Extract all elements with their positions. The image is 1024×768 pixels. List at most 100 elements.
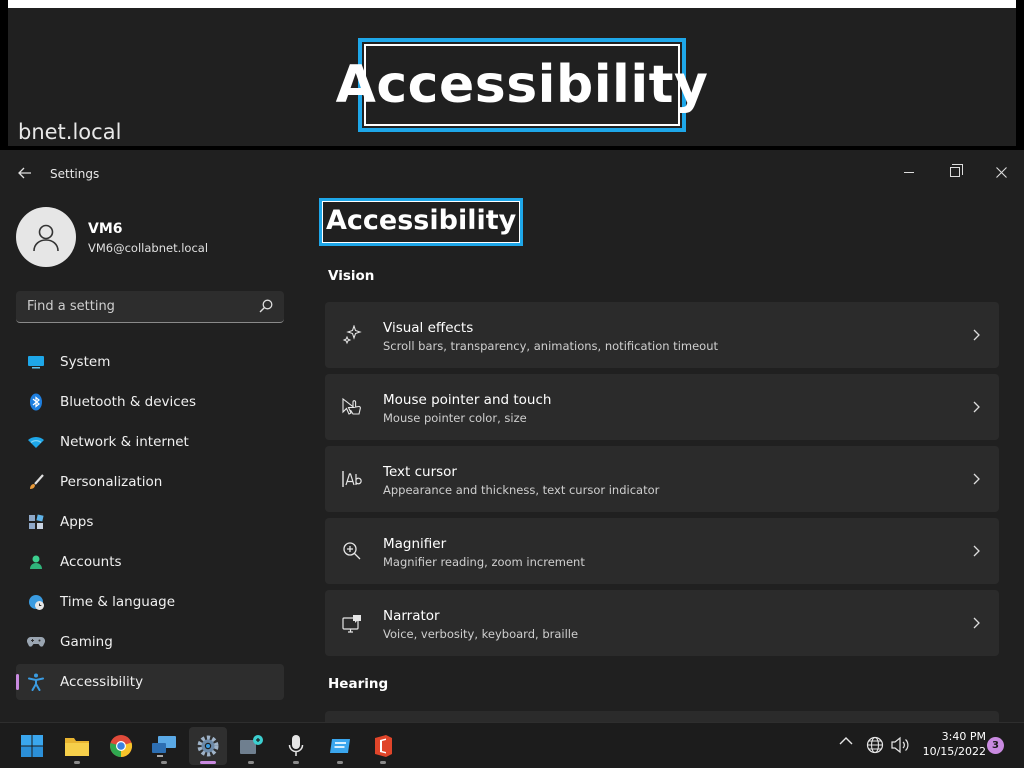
chevron-right-icon <box>973 545 980 557</box>
sidebar-item-accessibility[interactable]: Accessibility <box>16 664 284 700</box>
tray-volume-button[interactable] <box>890 736 910 754</box>
card-subtitle: Magnifier reading, zoom increment <box>383 555 585 569</box>
sidebar-item-system[interactable]: System <box>16 344 284 380</box>
running-indicator <box>337 761 343 764</box>
taskbar-office[interactable] <box>364 727 402 765</box>
minimize-button[interactable] <box>886 156 932 188</box>
sidebar-item-label: Network & internet <box>60 434 189 450</box>
sidebar-item-label: Accounts <box>60 554 122 570</box>
running-indicator <box>380 761 386 764</box>
globe-icon <box>866 736 884 754</box>
person-icon <box>33 224 59 252</box>
app-window-icon <box>330 739 350 753</box>
card-subtitle: Scroll bars, transparency, animations, n… <box>383 339 718 353</box>
chrome-icon <box>110 735 133 758</box>
banner-title: Accessibility <box>336 38 708 132</box>
card-magnifier[interactable]: Magnifier Magnifier reading, zoom increm… <box>325 518 999 584</box>
sidebar-item-personalization[interactable]: Personalization <box>16 464 284 500</box>
sidebar-item-time-language[interactable]: Time & language <box>16 584 284 620</box>
banner-host-label: bnet.local <box>18 120 122 144</box>
taskbar-chrome[interactable] <box>102 727 140 765</box>
settings-icon <box>197 735 219 757</box>
search-box[interactable]: Find a setting <box>16 291 284 323</box>
page-title: Accessibility <box>319 198 524 246</box>
card-subtitle: Mouse pointer color, size <box>383 411 527 425</box>
card-title: Text cursor <box>383 464 457 480</box>
arrow-left-icon <box>18 167 31 179</box>
sidebar-item-network[interactable]: Network & internet <box>16 424 284 460</box>
brush-icon <box>27 473 45 491</box>
card-narrator[interactable]: Narrator Voice, verbosity, keyboard, bra… <box>325 590 999 656</box>
user-profile[interactable]: VM6 VM6@collabnet.local <box>16 207 286 269</box>
sidebar-item-bluetooth[interactable]: Bluetooth & devices <box>16 384 284 420</box>
app-title: Settings <box>50 167 100 181</box>
taskbar-voice-recorder[interactable] <box>277 727 315 765</box>
running-indicator <box>161 761 167 764</box>
tray-overflow-button[interactable] <box>839 736 853 746</box>
card-text-cursor[interactable]: Text cursor Appearance and thickness, te… <box>325 446 999 512</box>
sidebar-item-label: System <box>60 354 111 370</box>
card-partial[interactable] <box>325 711 999 722</box>
file-explorer-icon <box>65 738 89 756</box>
card-title: Visual effects <box>383 320 474 336</box>
start-icon <box>21 735 43 757</box>
title-bar: Settings <box>0 150 1024 198</box>
sparkle-icon <box>341 324 363 346</box>
search-input[interactable]: Find a setting <box>27 299 115 314</box>
card-title: Mouse pointer and touch <box>383 392 552 408</box>
text-cursor-icon <box>341 468 363 490</box>
maximize-button[interactable] <box>932 156 978 188</box>
bluetooth-icon <box>27 393 45 411</box>
monitor-icon <box>27 353 45 371</box>
sidebar-item-label: Personalization <box>60 474 163 490</box>
avatar <box>16 207 76 267</box>
sidebar-item-label: Gaming <box>60 634 113 650</box>
user-name: VM6 <box>88 221 123 237</box>
settings-window: Settings VM6 VM6@collabnet.local Find a … <box>0 150 1024 722</box>
card-mouse-pointer-touch[interactable]: Mouse pointer and touch Mouse pointer co… <box>325 374 999 440</box>
connect-icon <box>240 735 263 754</box>
taskbar-file-explorer[interactable] <box>58 727 96 765</box>
sidebar-item-label: Accessibility <box>60 674 144 690</box>
magnifier-icon <box>341 540 363 562</box>
back-button[interactable] <box>14 164 36 184</box>
taskbar-settings[interactable] <box>189 727 227 765</box>
settings-card-list: Visual effects Scroll bars, transparency… <box>325 302 999 662</box>
wifi-icon <box>27 433 45 451</box>
card-title: Narrator <box>383 608 440 624</box>
chevron-right-icon <box>973 329 980 341</box>
card-subtitle: Voice, verbosity, keyboard, braille <box>383 627 579 641</box>
gamepad-icon <box>27 633 45 651</box>
sidebar-item-accounts[interactable]: Accounts <box>16 544 284 580</box>
card-title: Magnifier <box>383 536 447 552</box>
card-subtitle: Appearance and thickness, text cursor in… <box>383 483 660 497</box>
sidebar-item-apps[interactable]: Apps <box>16 504 284 540</box>
remote-session-banner: Accessibility bnet.local <box>0 0 1024 150</box>
close-button[interactable] <box>978 156 1024 188</box>
taskbar-connect[interactable] <box>232 727 270 765</box>
sidebar-nav: System Bluetooth & devices Network & int… <box>16 344 284 704</box>
restore-icon <box>950 164 963 177</box>
banner-panel: Accessibility bnet.local <box>8 0 1016 146</box>
chevron-right-icon <box>973 473 980 485</box>
tray-network-button[interactable] <box>866 736 884 754</box>
sidebar-item-gaming[interactable]: Gaming <box>16 624 284 660</box>
start-button[interactable] <box>13 727 51 765</box>
chevron-right-icon <box>973 617 980 629</box>
search-icon[interactable] <box>258 298 274 314</box>
sidebar-item-label: Time & language <box>60 594 176 610</box>
volume-icon <box>891 736 909 754</box>
pointer-touch-icon <box>341 396 363 418</box>
sidebar-item-label: Bluetooth & devices <box>60 394 197 410</box>
person-icon <box>27 553 45 571</box>
notification-badge[interactable]: 3 <box>987 737 1004 754</box>
card-visual-effects[interactable]: Visual effects Scroll bars, transparency… <box>325 302 999 368</box>
chevron-right-icon <box>973 401 980 413</box>
clock-date: 10/15/2022 <box>922 745 986 758</box>
taskbar-app-window[interactable] <box>321 727 359 765</box>
running-indicator <box>200 761 216 764</box>
taskbar-remote-desktop[interactable] <box>145 727 183 765</box>
accessibility-icon <box>27 673 45 691</box>
running-indicator <box>293 761 299 764</box>
taskbar-clock[interactable]: 3:40 PM 10/15/2022 <box>918 729 986 759</box>
